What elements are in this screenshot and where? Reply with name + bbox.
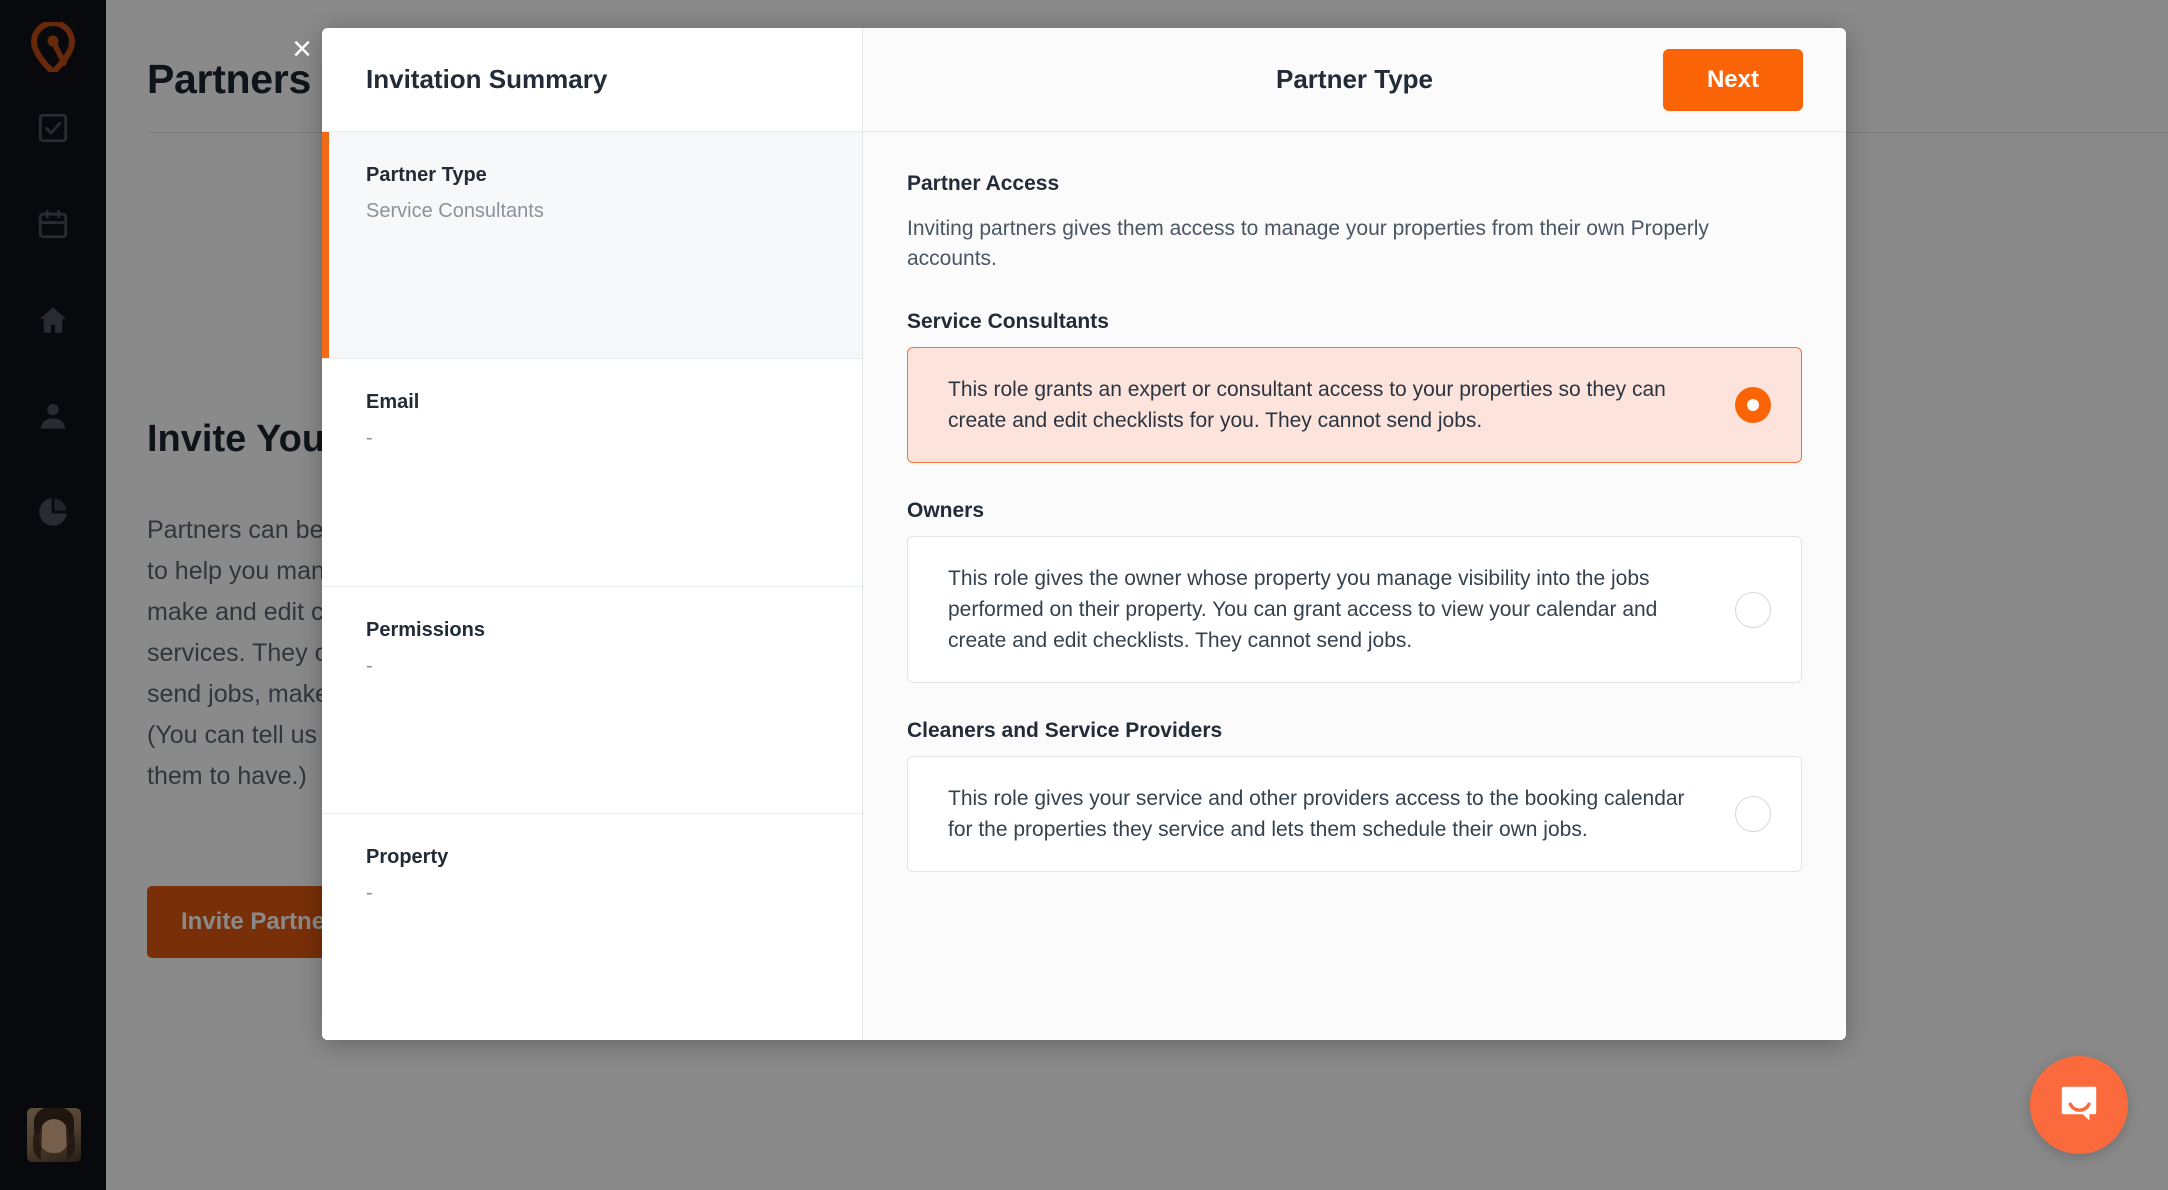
chat-bubble-icon [2055, 1080, 2103, 1131]
option-cleaners-and-service-providers[interactable]: This role gives your service and other p… [907, 756, 1802, 872]
option-service-consultants[interactable]: This role grants an expert or consultant… [907, 347, 1802, 463]
radio-button-icon[interactable] [1735, 796, 1771, 832]
summary-step-label: Email [366, 391, 420, 414]
summary-step-value: - [366, 427, 373, 450]
option-description: This role gives your service and other p… [948, 787, 1685, 841]
summary-step-email[interactable]: Email - [322, 359, 862, 587]
radio-button-icon[interactable] [1735, 591, 1771, 628]
partner-access-description: Inviting partners gives them access to m… [907, 217, 1709, 270]
option-group-label-service-consultants: Service Consultants [907, 310, 1109, 333]
invitation-summary-panel: Invitation Summary Partner Type Service … [322, 28, 863, 1040]
partner-access-title: Partner Access [907, 172, 1060, 195]
summary-step-permissions[interactable]: Permissions - [322, 586, 862, 814]
close-icon[interactable]: × [283, 30, 321, 68]
option-group-label-cleaners: Cleaners and Service Providers [907, 719, 1223, 742]
summary-step-label: Permissions [366, 618, 485, 641]
panel-body: Partner Access Inviting partners gives t… [863, 132, 1846, 1040]
option-description: This role gives the owner whose property… [948, 567, 1658, 652]
intercom-launcher-button[interactable] [2030, 1056, 2128, 1154]
radio-button-selected-icon[interactable] [1735, 387, 1771, 423]
panel-title: Partner Type [1275, 64, 1433, 94]
summary-step-value: - [366, 881, 373, 904]
option-group-label-owners: Owners [907, 499, 985, 522]
option-description: This role grants an expert or consultant… [948, 378, 1666, 432]
summary-step-value: - [366, 654, 373, 677]
invitation-summary-heading: Invitation Summary [322, 28, 862, 132]
invite-partner-modal: Invitation Summary Partner Type Service … [322, 28, 1846, 1040]
summary-step-label: Property [366, 845, 449, 868]
summary-step-value: Service Consultants [366, 200, 544, 222]
summary-step-label: Partner Type [366, 164, 487, 186]
summary-step-property[interactable]: Property - [322, 813, 862, 1040]
summary-step-partner-type[interactable]: Partner Type Service Consultants [322, 132, 862, 360]
panel-header: Partner Type Next [863, 28, 1846, 132]
partner-type-panel: Partner Type Next Partner Access Invitin… [863, 28, 1846, 1040]
option-owners[interactable]: This role gives the owner whose property… [907, 536, 1802, 683]
app-root: Partners Invite Your Partners Partners c… [0, 0, 2168, 1190]
next-button[interactable]: Next [1662, 48, 1803, 111]
